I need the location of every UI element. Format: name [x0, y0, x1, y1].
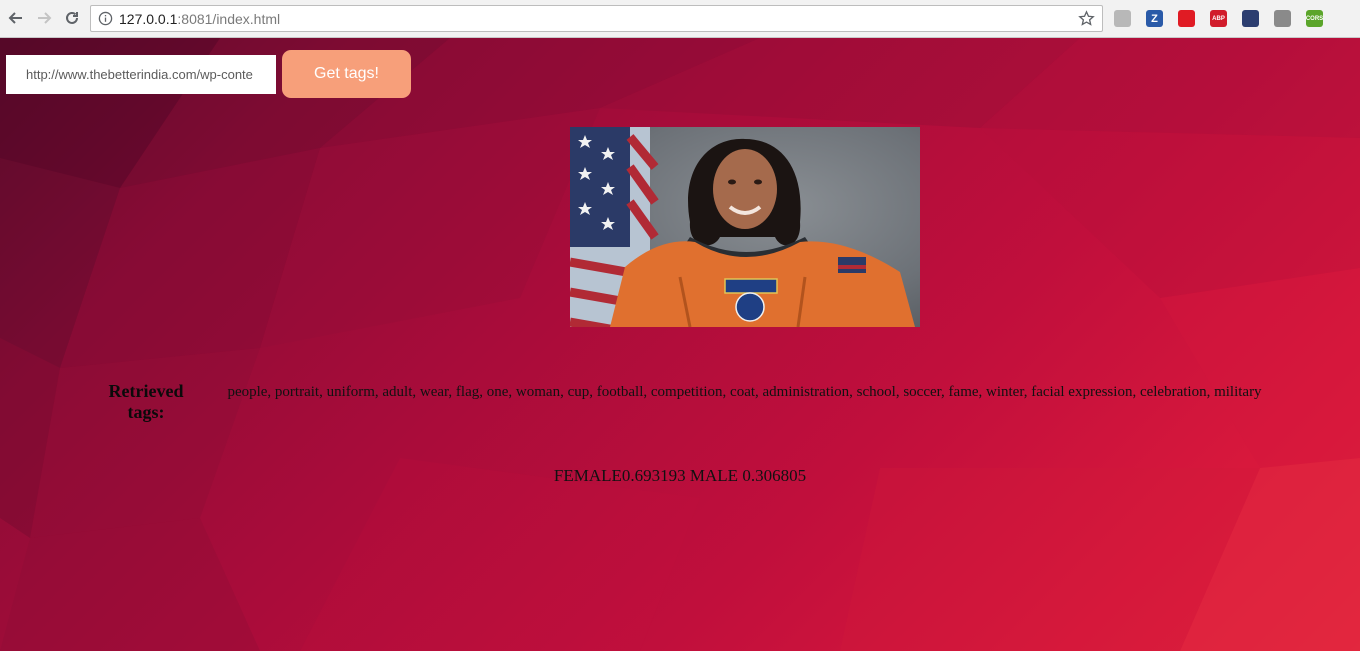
opera-extension-icon[interactable]	[1178, 10, 1195, 27]
page-body: Get tags!	[0, 38, 1360, 651]
mountain-extension-icon[interactable]	[1242, 10, 1259, 27]
adblock-plus-icon[interactable]: ABP	[1210, 10, 1227, 27]
reload-icon[interactable]	[63, 9, 81, 27]
gender-prediction: FEMALE0.693193 MALE 0.306805	[553, 466, 807, 485]
retrieved-tags-label: Retrieved tags:	[108, 381, 184, 422]
url-host: 127.0.0.1	[119, 11, 178, 27]
retrieved-tags-list: people, portrait, uniform, adult, wear, …	[227, 384, 1262, 400]
extension-label: CORS	[1305, 15, 1324, 22]
astronaut-photo	[570, 127, 920, 327]
extension-label: Z	[1151, 12, 1158, 25]
url-path: :8081/index.html	[177, 11, 281, 27]
pdf-extension-icon[interactable]	[1114, 10, 1131, 27]
address-url: 127.0.0.1:8081/index.html	[119, 11, 280, 27]
back-icon[interactable]	[7, 9, 25, 27]
extension-label: ABP	[1212, 15, 1225, 22]
bookmark-star-icon[interactable]	[1078, 10, 1095, 27]
get-tags-button[interactable]: Get tags!	[282, 50, 411, 98]
image-url-input[interactable]	[6, 55, 276, 94]
address-bar[interactable]: 127.0.0.1:8081/index.html	[90, 5, 1103, 32]
browser-toolbar: 127.0.0.1:8081/index.html Z ABP CORS	[0, 0, 1360, 38]
forward-icon[interactable]	[35, 9, 53, 27]
cors-extension-icon[interactable]: CORS	[1306, 10, 1323, 27]
toggle-extension-icon[interactable]	[1274, 10, 1291, 27]
info-icon[interactable]	[98, 11, 113, 26]
zotero-extension-icon[interactable]: Z	[1146, 10, 1163, 27]
